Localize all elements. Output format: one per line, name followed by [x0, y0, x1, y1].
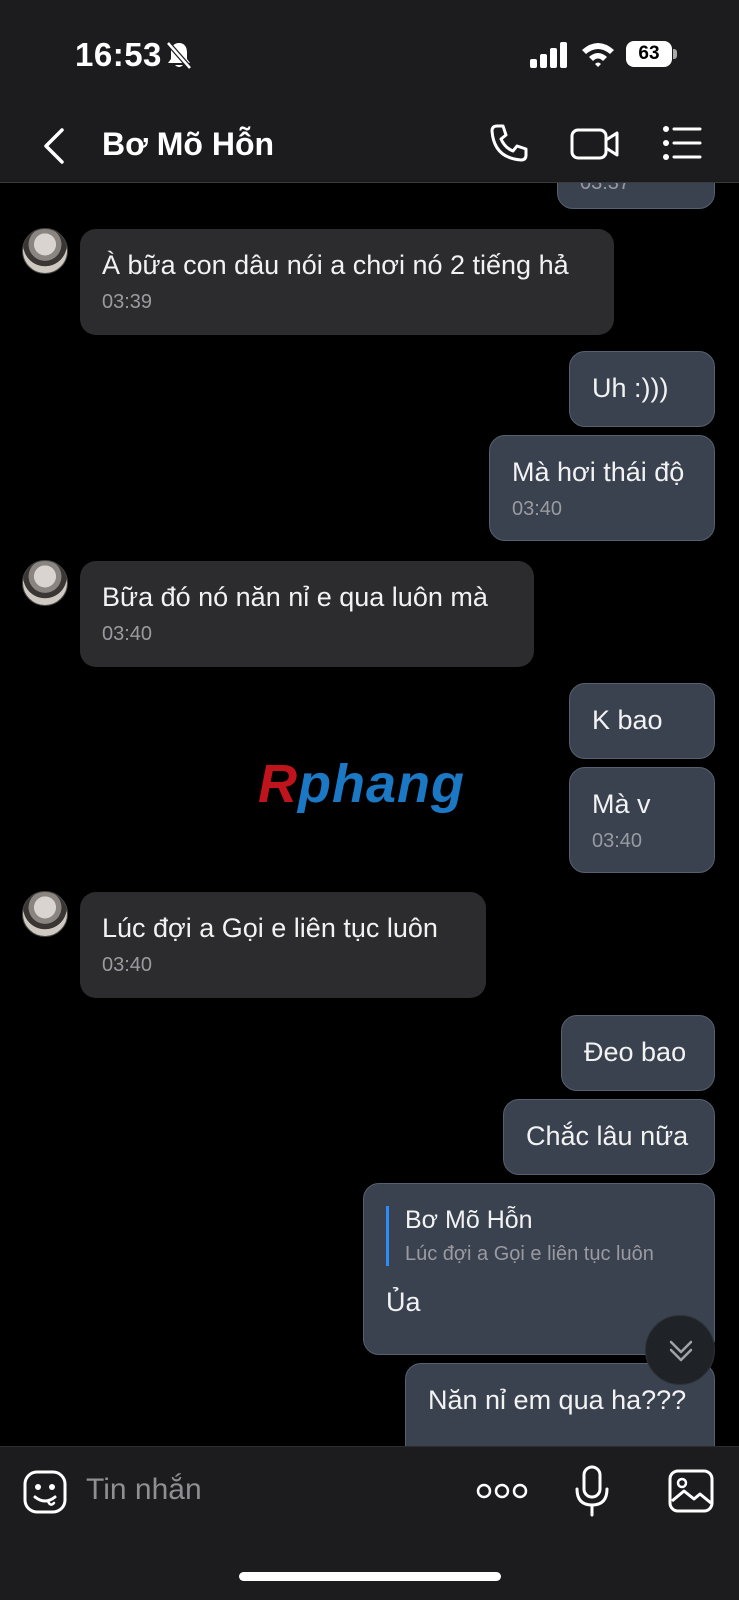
message-bubble-incoming[interactable]: Lúc đợi a Gọi e liên tục luôn 03:40: [80, 892, 486, 998]
message-bubble-incoming[interactable]: Bữa đó nó năn nỉ e qua luôn mà 03:40: [80, 561, 534, 667]
phone-call-icon[interactable]: [488, 122, 530, 164]
message-composer: [0, 1446, 739, 1600]
reply-sender-name: Bơ Mõ Hỗn: [405, 1206, 533, 1234]
message-text: Mà hơi thái độ: [512, 457, 685, 487]
back-icon[interactable]: [38, 126, 68, 166]
chat-header: Bơ Mõ Hỗn: [0, 108, 739, 183]
bell-off-icon: [166, 41, 192, 70]
message-text: À bữa con dâu nói a chơi nó 2 tiếng hả: [102, 250, 569, 280]
microphone-icon[interactable]: [574, 1465, 610, 1517]
message-text: Chắc lâu nữa: [526, 1121, 689, 1151]
battery-icon: 63: [626, 41, 677, 67]
image-gallery-icon[interactable]: [668, 1469, 714, 1513]
cellular-signal-icon: [530, 42, 567, 68]
watermark-rest: phang: [298, 754, 465, 814]
video-call-icon[interactable]: [570, 122, 620, 164]
watermark-initial: R: [258, 754, 298, 814]
message-bubble-outgoing[interactable]: Đeo bao: [561, 1015, 715, 1091]
more-options-icon[interactable]: [476, 1481, 528, 1501]
message-bubble-outgoing[interactable]: Mà hơi thái độ 03:40: [489, 435, 715, 541]
reply-snippet: Lúc đợi a Gọi e liên tục luôn: [405, 1243, 654, 1265]
message-list[interactable]: 03:37 À bữa con dâu nói a chơi nó 2 tiến…: [0, 183, 739, 1446]
message-text: Năn nỉ em qua ha???: [428, 1385, 687, 1415]
message-bubble-outgoing[interactable]: Uh :))): [569, 351, 715, 427]
chat-title[interactable]: Bơ Mõ Hỗn: [102, 126, 274, 163]
message-bubble-outgoing[interactable]: K bao: [569, 683, 715, 759]
battery-tip: [673, 49, 677, 59]
message-time: 03:40: [512, 498, 563, 520]
menu-list-icon[interactable]: [662, 124, 702, 162]
home-indicator[interactable]: [239, 1572, 501, 1581]
message-bubble-outgoing[interactable]: 03:37: [557, 183, 715, 209]
message-time: 03:39: [102, 291, 153, 313]
message-text: Mà v: [592, 789, 651, 819]
double-chevron-down-icon: [669, 1340, 693, 1362]
message-time: 03:40: [592, 830, 643, 852]
reply-quote[interactable]: Bơ Mõ Hỗn Lúc đợi a Gọi e liên tục luôn: [386, 1206, 692, 1266]
message-time: 03:37: [580, 183, 631, 194]
contact-avatar[interactable]: [22, 228, 68, 274]
message-text: Uh :))): [592, 373, 669, 403]
message-bubble-incoming[interactable]: À bữa con dâu nói a chơi nó 2 tiếng hả 0…: [80, 229, 614, 335]
message-text: Ủa: [386, 1287, 421, 1317]
contact-avatar[interactable]: [22, 560, 68, 606]
message-time: 03:40: [102, 954, 153, 976]
message-input[interactable]: [86, 1465, 446, 1515]
contact-avatar[interactable]: [22, 891, 68, 937]
message-bubble-outgoing[interactable]: Mà v 03:40: [569, 767, 715, 873]
message-text: Bữa đó nó năn nỉ e qua luôn mà: [102, 582, 488, 612]
status-time: 16:53: [75, 36, 162, 73]
watermark-logo: Rphang: [258, 753, 465, 815]
status-bar: 16:53 63: [0, 0, 739, 108]
battery-level: 63: [626, 41, 672, 67]
message-time: 03:40: [102, 623, 153, 645]
message-bubble-outgoing[interactable]: Chắc lâu nữa: [503, 1099, 715, 1175]
scroll-to-bottom-button[interactable]: [645, 1315, 715, 1385]
wifi-icon: [582, 43, 614, 67]
message-text: K bao: [592, 705, 663, 735]
message-text: Đeo bao: [584, 1037, 687, 1067]
sticker-emoji-icon[interactable]: [22, 1469, 68, 1515]
message-text: Lúc đợi a Gọi e liên tục luôn: [102, 913, 438, 943]
